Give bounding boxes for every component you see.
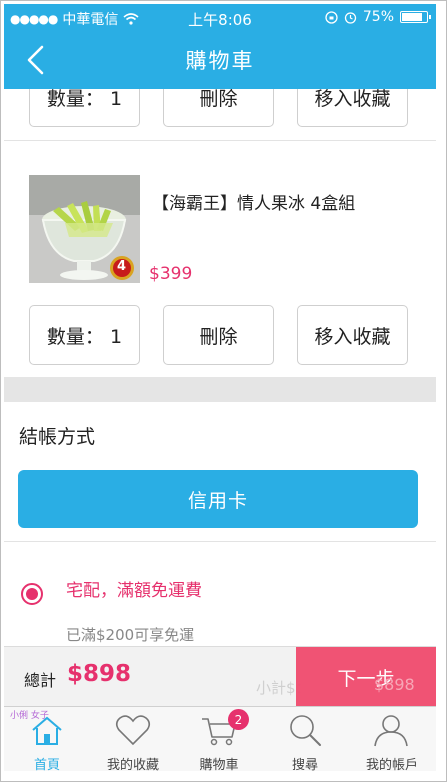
user-icon	[374, 715, 408, 747]
payment-section-title: 結帳方式	[19, 426, 96, 448]
battery-percent: 75%	[362, 9, 394, 25]
section-separator	[4, 377, 436, 402]
product-image[interactable]: 4	[29, 175, 140, 283]
total-value: $898	[67, 661, 132, 687]
delete-button[interactable]: 刪除	[163, 89, 274, 127]
checkout-bar: 總計 $898 小計$： 下一步 $898	[4, 646, 436, 707]
device-frame: ●●●●● 中華電信 上午8:06 75% 購物車 數量： 1 刪除 移入收藏 …	[0, 0, 447, 782]
shipping-option-title[interactable]: 宅配，滿額免運費	[66, 576, 202, 601]
product-price: $399	[149, 264, 193, 284]
shipping-note: 已滿$200可享免運	[66, 626, 195, 644]
alarm-icon	[344, 11, 357, 24]
page-title: 購物車	[185, 49, 255, 73]
image-badge-number: 4	[117, 259, 127, 274]
move-to-favorites-button[interactable]: 移入收藏	[297, 305, 408, 365]
faded-subtotal-value: $898	[374, 675, 415, 694]
prev-item-actions: 數量： 1 刪除 移入收藏	[4, 89, 436, 127]
payment-divider	[4, 541, 436, 542]
tab-label: 購物車	[199, 758, 239, 771]
cart-count-badge: 2	[228, 709, 249, 730]
item-actions: 數量： 1 刪除 移入收藏	[4, 305, 436, 365]
credit-card-button[interactable]: 信用卡	[18, 470, 418, 528]
tab-cart[interactable]: 2 購物車	[176, 707, 262, 771]
search-icon	[290, 715, 321, 746]
nav-bar: 購物車	[4, 31, 436, 89]
quantity-button[interactable]: 數量： 1	[29, 89, 140, 127]
status-bar: ●●●●● 中華電信 上午8:06 75%	[4, 4, 436, 31]
move-to-favorites-button[interactable]: 移入收藏	[297, 89, 408, 127]
tab-label: 我的帳戶	[365, 758, 418, 771]
rotation-lock-icon	[325, 10, 338, 24]
tab-label: 搜尋	[291, 758, 318, 771]
delete-button[interactable]: 刪除	[163, 305, 274, 365]
product-name[interactable]: 【海霸王】情人果冰 4盒組	[152, 189, 355, 214]
quantity-button[interactable]: 數量： 1	[29, 305, 140, 365]
tab-home[interactable]: 小俐 女子 首頁	[4, 707, 90, 771]
cart-item[interactable]: 4 【海霸王】情人果冰 4盒組 $399	[4, 169, 436, 297]
tab-bar: 小俐 女子 首頁 我的收藏 2 購物車 搜尋 我的帳戶	[4, 706, 436, 771]
next-step-button[interactable]: 下一步	[296, 647, 436, 707]
tab-search[interactable]: 搜尋	[262, 707, 348, 771]
tab-label: 首頁	[33, 758, 60, 771]
home-icon	[32, 716, 62, 745]
tab-favorites[interactable]: 我的收藏	[90, 707, 176, 771]
cart-content[interactable]: 數量： 1 刪除 移入收藏 4 【海霸王】情人果冰 4盒組 $399 數量： 1…	[4, 89, 436, 646]
item-divider	[4, 140, 436, 141]
shipping-radio[interactable]	[21, 583, 43, 605]
heart-icon	[115, 715, 151, 746]
tab-label: 我的收藏	[106, 758, 159, 771]
status-right: 75%	[325, 9, 431, 25]
phone-screen: ●●●●● 中華電信 上午8:06 75% 購物車 數量： 1 刪除 移入收藏 …	[4, 4, 436, 771]
tab-account[interactable]: 我的帳戶	[348, 707, 436, 771]
battery-icon	[400, 11, 431, 23]
total-label: 總計	[24, 671, 57, 690]
